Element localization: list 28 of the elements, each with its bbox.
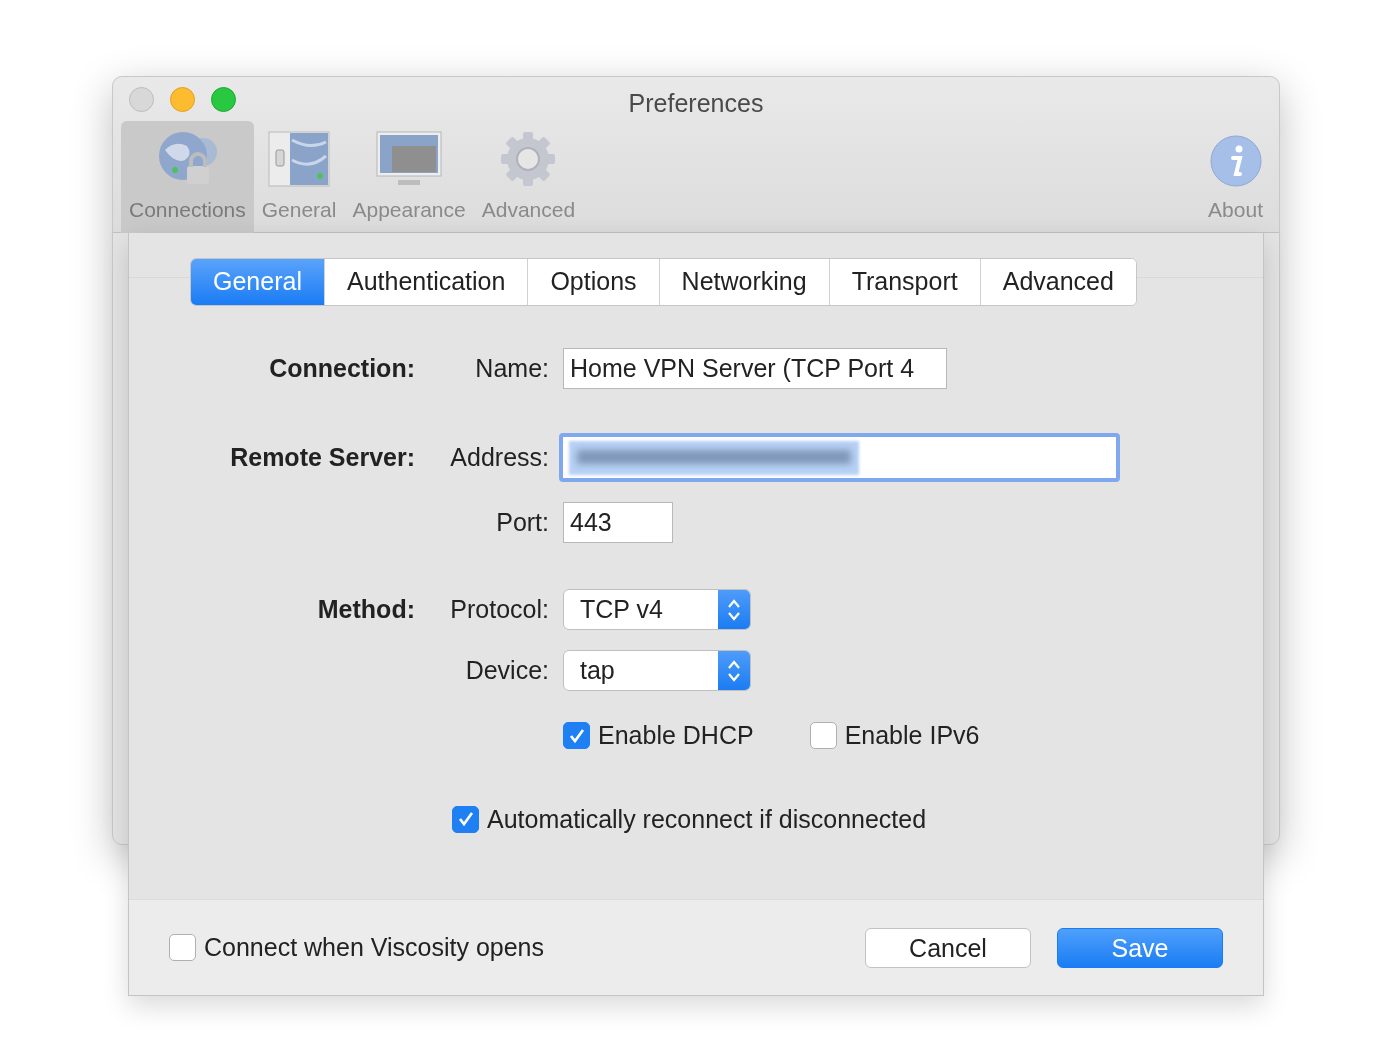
checkbox[interactable]: Automatically reconnect if disconnected: [452, 800, 927, 838]
window-title: Preferences: [628, 89, 764, 117]
checkbox[interactable]: Enable IPv6: [809, 717, 980, 755]
zoom-button[interactable]: [211, 87, 236, 112]
field-label: Device:: [464, 654, 550, 686]
light-switch-icon: [268, 129, 331, 188]
field-label: Port:: [495, 506, 550, 538]
input-field[interactable]: 443: [563, 502, 673, 543]
minimize-button[interactable]: [170, 87, 195, 112]
section-heading: Remote Server:: [229, 441, 415, 473]
input-field[interactable]: Home VPN Server (TCP Port 4: [563, 348, 947, 389]
tab[interactable]: Advanced: [979, 259, 1136, 305]
checkbox[interactable]: Connect when Viscosity opens: [169, 928, 544, 967]
popup-button[interactable]: tap: [563, 650, 751, 691]
section-heading: Connection:: [268, 352, 415, 384]
close-button[interactable]: [129, 87, 154, 112]
field-label: Protocol:: [449, 593, 550, 625]
checkbox[interactable]: Enable DHCP: [563, 717, 754, 755]
address-field[interactable]: [559, 433, 1120, 482]
section-heading: Method:: [316, 593, 415, 625]
checkmark-icon: [456, 810, 475, 829]
gear-icon: [499, 129, 558, 188]
field-label: Address:: [449, 441, 550, 473]
field-label: Name:: [474, 352, 550, 384]
monitor-icon: [376, 129, 443, 188]
cancel-button[interactable]: Cancel: [865, 927, 1031, 968]
popup-button[interactable]: TCP v4: [563, 589, 751, 630]
info-icon: [1208, 133, 1263, 188]
